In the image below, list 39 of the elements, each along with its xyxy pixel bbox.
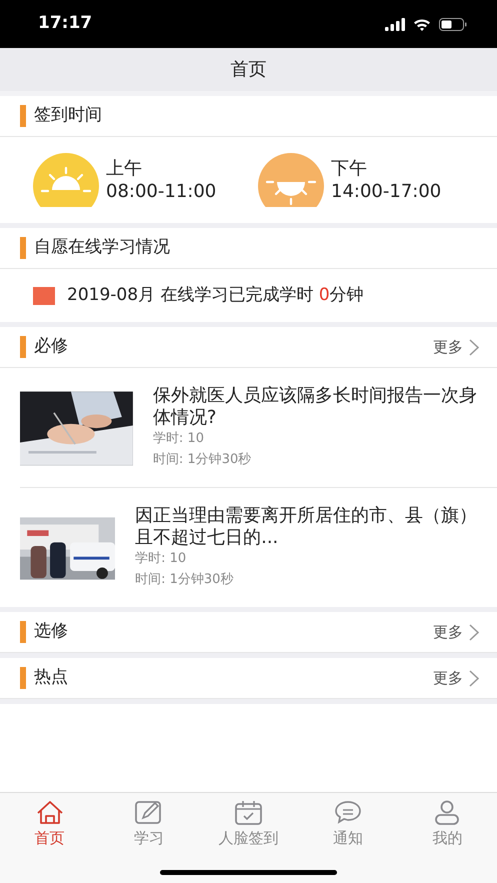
course-title: 因正当理由需要离开所居住的市、县（旗）且不超过七日的... <box>135 505 478 549</box>
section-title: 必修 <box>34 335 68 358</box>
section-marker <box>20 621 26 643</box>
status-square <box>33 286 55 304</box>
course-duration: 时间: 1分钟30秒 <box>152 450 252 469</box>
tab-item[interactable]: 首页 <box>0 799 100 850</box>
wifi-icon <box>413 18 431 30</box>
slot-label: 上午 <box>106 156 143 180</box>
section-marker <box>20 237 26 259</box>
more-link[interactable]: 更多 <box>433 620 479 644</box>
course-hours: 学时: 10 <box>152 430 205 448</box>
course-duration: 时间: 1分钟30秒 <box>135 570 234 589</box>
battery-icon <box>439 18 467 30</box>
calendar-check-icon <box>234 799 264 826</box>
status-time: 17:17 <box>38 12 92 36</box>
page-title: 首页 <box>0 48 497 96</box>
chevron-right-icon <box>469 338 479 356</box>
section-marker <box>20 667 26 689</box>
study-summary: 2019-08月 在线学习已完成学时 0分钟 <box>67 284 364 307</box>
slot-time: 08:00-11:00 <box>106 180 216 204</box>
chat-bubble-icon <box>332 799 363 826</box>
slot-label: 下午 <box>331 156 368 180</box>
home-icon <box>34 799 65 826</box>
course-item[interactable]: 因正当理由需要离开所居住的市、县（旗）且不超过七日的... 学时: 10 时间: 1分钟30秒 <box>20 487 497 607</box>
more-link[interactable]: 更多 <box>433 336 479 358</box>
chevron-right-icon <box>469 624 479 640</box>
slot-time: 14:00-17:00 <box>331 180 442 204</box>
section-title: 选修 <box>34 620 68 644</box>
section-marker <box>20 336 26 358</box>
signal-icon <box>385 18 405 30</box>
course-title: 保外就医人员应该隔多长时间报告一次身体情况? <box>152 385 478 429</box>
more-link[interactable]: 更多 <box>433 666 479 690</box>
section-marker <box>20 105 26 127</box>
section-title: 签到时间 <box>34 104 102 128</box>
chevron-right-icon <box>469 670 479 686</box>
section-title: 自愿在线学习情况 <box>34 236 170 260</box>
course-item[interactable]: 保外就医人员应该隔多长时间报告一次身体情况? 学时: 10 时间: 1分钟30秒 <box>0 368 497 487</box>
section-title: 热点 <box>34 666 68 690</box>
course-hours: 学时: 10 <box>135 550 188 568</box>
